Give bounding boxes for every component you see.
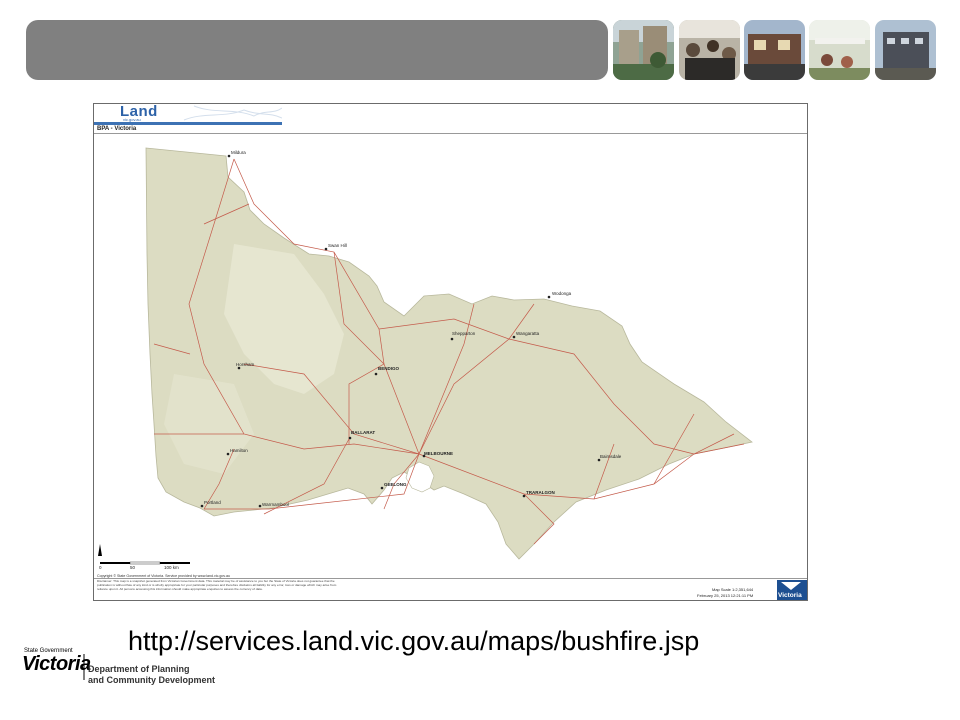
town-marker (450, 337, 454, 341)
scale-tick: 0 (99, 565, 102, 570)
scale-tick: 100 km (164, 565, 179, 570)
map-disclaimer: Disclaimer: This map is a snapshot gener… (97, 579, 337, 591)
place-label: Mildura (231, 150, 246, 155)
map-date: February 25, 2013 12:21:11 PM (697, 593, 754, 598)
map-scale: Map Scale 1:2,351,644 (712, 587, 754, 592)
place-label: GEELONG (384, 482, 407, 487)
place-label: Wangaratta (516, 331, 540, 336)
town-marker (226, 452, 230, 456)
department-line-1: Department of Planning (88, 664, 190, 674)
place-label: Hamilton (230, 448, 248, 453)
place-label: Portland (204, 500, 221, 505)
town-marker (324, 247, 328, 251)
place-label: BALLARAT (351, 430, 375, 435)
divider-icon (83, 654, 85, 680)
place-label: BENDIGO (378, 366, 400, 371)
town-marker (597, 458, 601, 462)
town-marker (547, 295, 551, 299)
victoria-badge: Victoria (777, 580, 807, 600)
department-logo: State Government Victoria Department of … (22, 646, 215, 690)
town-marker (374, 372, 378, 376)
thumbnail-photo (809, 20, 870, 80)
place-label: MELBOURNE (424, 451, 453, 456)
place-label: Swan Hill (328, 243, 347, 248)
street-cafe-photo-icon (809, 20, 870, 80)
place-label: Warrnambool (262, 502, 289, 507)
map-url[interactable]: http://services.land.vic.gov.au/maps/bus… (128, 626, 699, 657)
apartment-photo-icon (875, 20, 936, 80)
place-label: Horsham (236, 362, 255, 367)
building-photo-icon (613, 20, 674, 80)
town-marker (380, 486, 384, 490)
thumbnail-photo (744, 20, 805, 80)
department-line-2: and Community Development (88, 675, 216, 685)
bushfire-map: Land vic.gov.au BPA - Victoria Mildura S… (93, 103, 808, 601)
scale-tick: 50 (130, 565, 136, 570)
town-marker (522, 494, 526, 498)
place-label: Wodonga (552, 291, 572, 296)
town-marker (258, 504, 262, 508)
triangle-logo-icon (781, 582, 801, 590)
victoria-badge-text: Victoria (778, 592, 802, 599)
cafe-photo-icon (679, 20, 740, 80)
scale-bar: 0 50 100 km (99, 561, 190, 570)
north-arrow-icon (98, 544, 102, 556)
title-banner (26, 20, 608, 80)
town-marker (227, 154, 231, 158)
thumbnail-photo (613, 20, 674, 80)
town-marker (200, 504, 204, 508)
place-label: Bairnsdale (600, 454, 622, 459)
townhouse-photo-icon (744, 20, 805, 80)
town-marker (512, 335, 516, 339)
town-marker (348, 436, 352, 440)
town-marker (237, 366, 241, 370)
place-label: Shepparton (452, 331, 476, 336)
thumbnail-photo (875, 20, 936, 80)
thumbnail-photo (679, 20, 740, 80)
place-label: TRARALGON (526, 490, 555, 495)
victoria-map-svg: Mildura Swan Hill Wodonga Wangaratta She… (98, 147, 753, 570)
